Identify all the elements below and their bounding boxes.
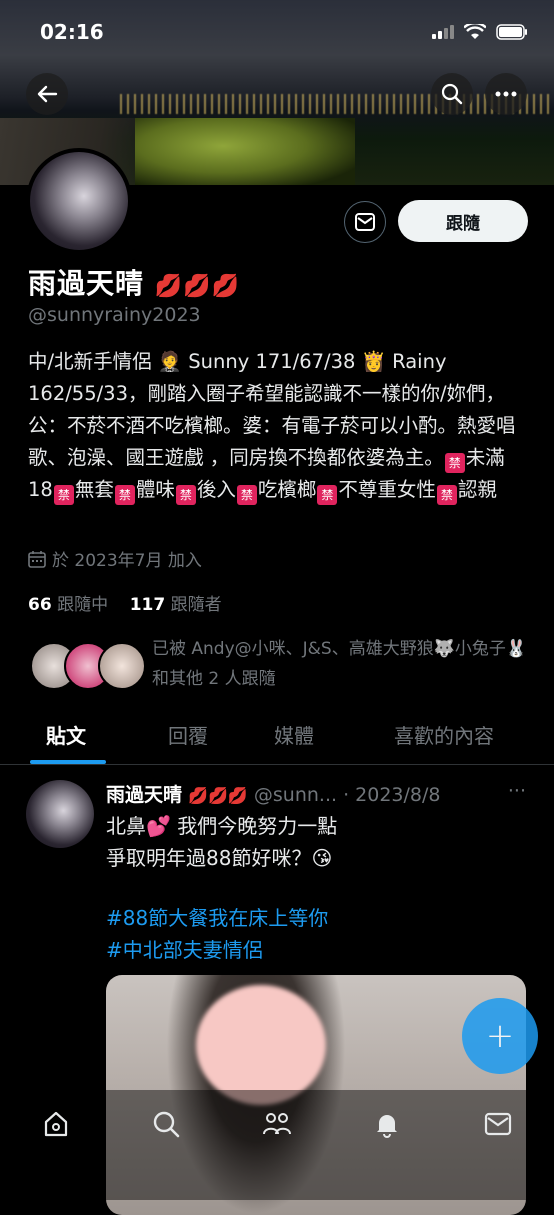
more-icon: [495, 91, 517, 97]
status-bar: 02:16: [0, 0, 554, 66]
bio-ban-item: 吃檳榔: [257, 478, 317, 501]
post-text: 北鼻💕 我們今晚努力一點 爭取明年過88節好咪？😘: [106, 810, 337, 874]
profile-name-emoji: 💋💋💋: [154, 274, 240, 299]
followed-by-avatars[interactable]: [30, 642, 146, 690]
following-link[interactable]: 66 跟隨中: [28, 595, 108, 615]
more-button[interactable]: [485, 73, 527, 115]
following-label: 跟隨中: [57, 595, 109, 615]
joined-text: 於 2023年7月 加入: [52, 551, 202, 571]
following-count: 66: [28, 595, 52, 615]
ban-badge: 禁: [53, 485, 74, 505]
profile-bio: 中/北新手情侶 🤵 Sunny 171/67/38 👸 Rainy 162/55…: [28, 346, 528, 506]
nav-notifications[interactable]: [367, 1104, 407, 1144]
back-button[interactable]: [26, 73, 68, 115]
compose-plus-icon: +: [485, 1016, 515, 1056]
search-button[interactable]: [431, 73, 473, 115]
tab-posts[interactable]: 貼文: [46, 720, 86, 749]
back-arrow-icon: [37, 85, 58, 103]
communities-icon: [263, 1113, 291, 1135]
follow-counts: 66 跟隨中 117 跟隨者: [28, 590, 222, 615]
status-time: 02:16: [40, 20, 104, 44]
status-icons: [432, 24, 528, 40]
battery-icon: [496, 24, 527, 40]
profile-name-text: 雨過天晴: [28, 267, 145, 300]
ban-badge: 禁: [175, 485, 196, 505]
tab-likes[interactable]: 喜歡的內容: [394, 720, 494, 749]
compose-button[interactable]: +: [462, 998, 538, 1074]
post-header: 雨過天晴 💋💋💋 @sunn... · 2023/8/8 ···: [106, 780, 536, 807]
post-line: 北鼻💕 我們今晚努力一點: [106, 814, 338, 838]
nav-search[interactable]: [146, 1104, 186, 1144]
nav-messages[interactable]: [478, 1104, 518, 1144]
profile-avatar[interactable]: [26, 148, 132, 254]
nav-home[interactable]: [36, 1104, 76, 1144]
post-avatar[interactable]: [26, 780, 94, 848]
followers-label: 跟隨者: [170, 595, 222, 615]
joined-date: 於 2023年7月 加入: [28, 546, 202, 571]
tab-replies[interactable]: 回覆: [168, 720, 208, 749]
mail-icon: [355, 213, 375, 231]
bell-icon: [377, 1115, 397, 1138]
ban-badge: 禁: [436, 485, 457, 505]
bio-text: 中/北新手情侶 🤵 Sunny 171/67/38 👸 Rainy 162/55…: [28, 350, 516, 469]
calendar-icon: [28, 550, 46, 568]
post-hashtag[interactable]: #88節大餐我在床上等你: [106, 902, 328, 931]
profile-tabs: 貼文 回覆 媒體 喜歡的內容: [0, 712, 554, 765]
banner-field: [135, 118, 355, 185]
signal-icon: [432, 25, 454, 39]
bio-ban-item: 體味: [135, 478, 175, 501]
followers-count: 117: [129, 595, 166, 615]
profile-handle: @sunnyrainy2023: [28, 304, 201, 326]
bio-ban-item: 無套: [74, 478, 114, 501]
message-button[interactable]: [344, 201, 386, 243]
tab-media[interactable]: 媒體: [274, 720, 314, 749]
tab-active-indicator: [30, 760, 106, 764]
bio-ban-item: 認親: [457, 478, 497, 501]
bio-ban-item: 不尊重女性: [338, 478, 436, 501]
search-icon: [153, 1111, 180, 1138]
follow-button[interactable]: 跟隨: [398, 200, 528, 242]
post-date[interactable]: · 2023/8/8: [343, 784, 440, 806]
ban-badge: 禁: [236, 485, 257, 505]
search-icon: [441, 83, 463, 105]
post-more-icon[interactable]: ···: [508, 780, 526, 802]
nav-communities[interactable]: [257, 1104, 297, 1144]
profile-name: 雨過天晴 💋💋💋: [28, 262, 240, 302]
ban-badge: 禁: [114, 485, 135, 505]
ban-badge: 禁: [444, 453, 465, 473]
post-author-emoji: 💋💋💋: [188, 786, 248, 805]
bio-ban-item: 後入: [196, 478, 236, 501]
post-author-name[interactable]: 雨過天晴: [106, 784, 182, 806]
post-author-handle[interactable]: @sunn...: [254, 784, 337, 806]
bottom-navigation: [0, 1090, 554, 1200]
ban-badge: 禁: [317, 485, 338, 505]
mail-icon: [484, 1112, 512, 1136]
media-sticker: [196, 985, 326, 1105]
wifi-icon: [464, 24, 486, 39]
home-icon: [44, 1111, 68, 1137]
avatar: [98, 642, 146, 690]
followed-by-text[interactable]: 已被 Andy@小咪、J&S、高雄大野狼🐺小兔子🐰 和其他 2 人跟隨: [152, 634, 532, 694]
followers-link[interactable]: 117 跟隨者: [130, 595, 222, 615]
post-line: 爭取明年過88節好咪？😘: [106, 846, 333, 870]
post-hashtag[interactable]: #中北部夫妻情侶: [106, 934, 263, 963]
